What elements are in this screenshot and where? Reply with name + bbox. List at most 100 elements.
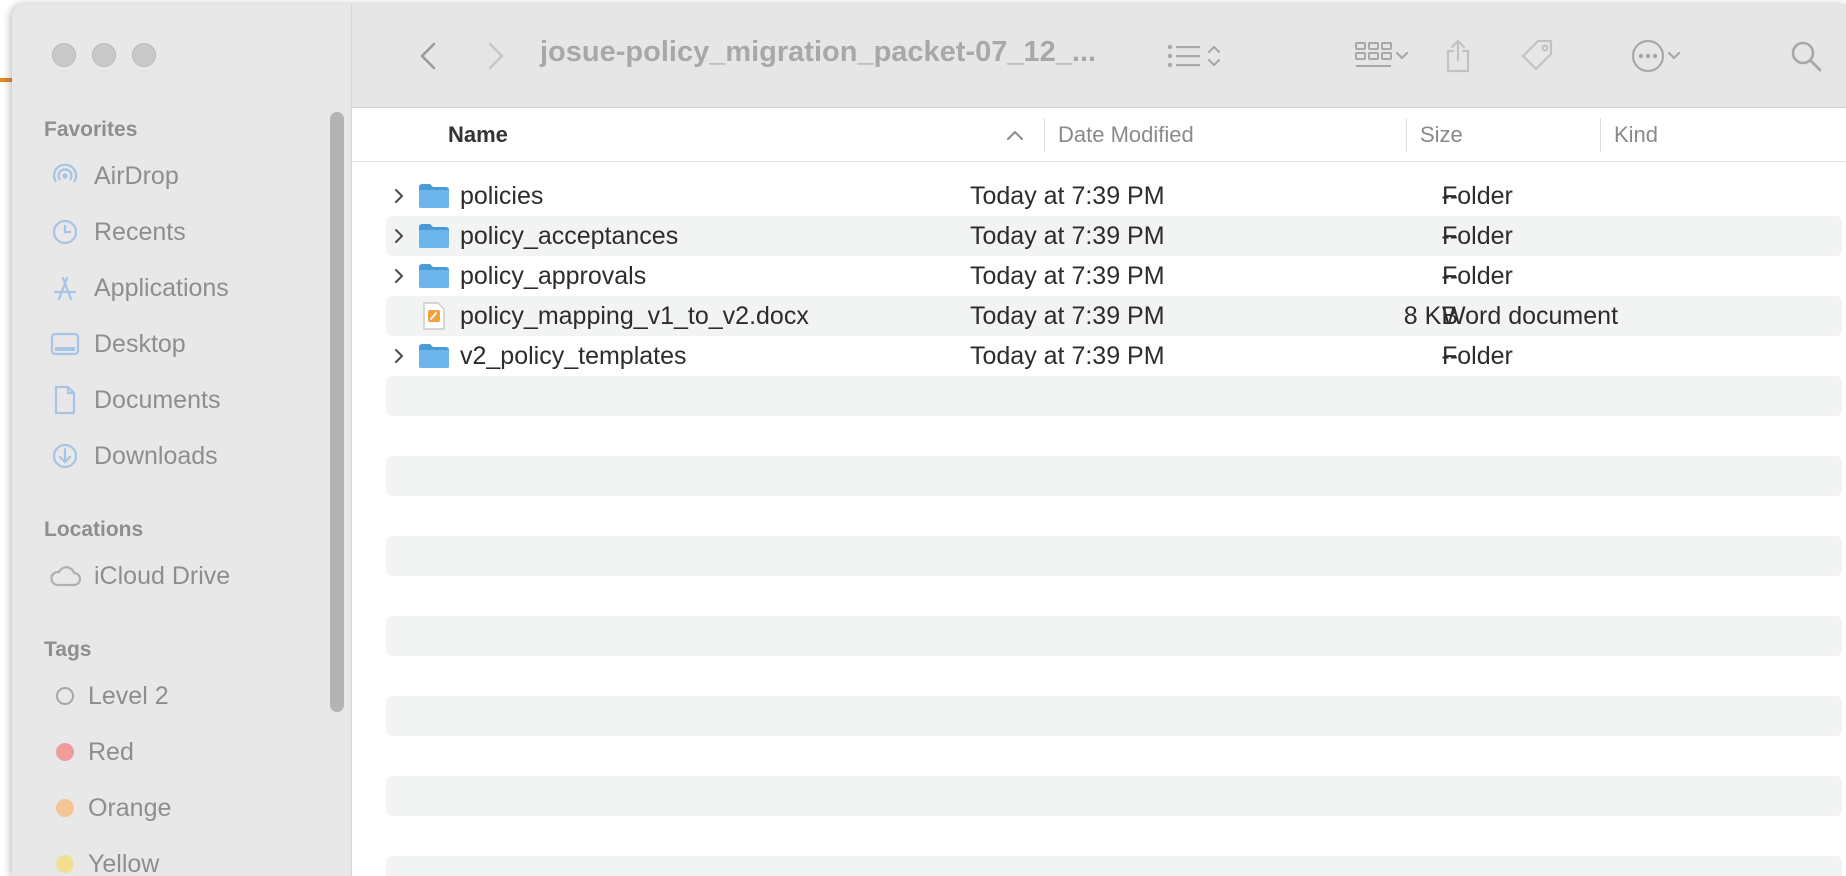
sidebar-item-label: Red bbox=[88, 737, 134, 766]
table-row[interactable]: policy_mapping_v1_to_v2.docx Today at 7:… bbox=[386, 296, 1842, 336]
back-button[interactable] bbox=[406, 34, 450, 78]
empty-row bbox=[386, 536, 1842, 576]
sidebar-tag-orange[interactable]: Orange bbox=[48, 788, 171, 828]
sidebar-item-label: Downloads bbox=[94, 441, 218, 470]
cloud-icon bbox=[48, 559, 82, 593]
sidebar-item-desktop[interactable]: Desktop bbox=[48, 324, 186, 364]
sidebar-item-applications[interactable]: Applications bbox=[48, 268, 229, 308]
toolbar: josue-policy_migration_packet-07_12_... bbox=[352, 4, 1846, 108]
background-accent-bar bbox=[0, 78, 12, 82]
sidebar-item-label: iCloud Drive bbox=[94, 561, 231, 590]
share-button[interactable] bbox=[1438, 34, 1478, 78]
tag-dot-icon bbox=[56, 687, 74, 705]
file-name: policy_acceptances bbox=[460, 221, 679, 250]
sort-ascending-icon[interactable] bbox=[1006, 108, 1024, 162]
grid-icon bbox=[1355, 42, 1392, 67]
empty-row bbox=[386, 856, 1842, 876]
column-size-header[interactable]: Size bbox=[1420, 108, 1463, 162]
tags-heading: Tags bbox=[44, 638, 92, 661]
column-divider[interactable] bbox=[1406, 118, 1407, 152]
file-name: v2_policy_templates bbox=[460, 341, 687, 370]
applications-icon bbox=[48, 271, 82, 305]
sidebar-item-downloads[interactable]: Downloads bbox=[48, 436, 218, 476]
table-row[interactable]: policy_acceptances Today at 7:39 PM -- F… bbox=[386, 216, 1842, 256]
sidebar-item-label: Documents bbox=[94, 385, 221, 414]
file-size: -- bbox=[1441, 181, 1458, 210]
table-row[interactable]: policies Today at 7:39 PM -- Folder bbox=[386, 176, 1842, 216]
tag-dot-icon bbox=[56, 799, 74, 817]
sidebar-item-label: Applications bbox=[94, 273, 229, 302]
sidebar-item-label: Desktop bbox=[94, 329, 186, 358]
window-title: josue-policy_migration_packet-07_12_... bbox=[540, 36, 1097, 68]
chevron-updown-icon bbox=[1207, 45, 1221, 67]
more-actions-button[interactable] bbox=[1618, 34, 1694, 78]
group-button[interactable] bbox=[1344, 34, 1420, 78]
sidebar-item-recents[interactable]: Recents bbox=[48, 212, 186, 252]
column-divider[interactable] bbox=[1044, 118, 1045, 152]
file-name: policies bbox=[460, 181, 544, 210]
disclosure-chevron-icon[interactable] bbox=[386, 256, 412, 296]
file-kind: Folder bbox=[1442, 261, 1513, 290]
tag-dot-icon bbox=[56, 743, 74, 761]
file-kind: Folder bbox=[1442, 341, 1513, 370]
close-button[interactable] bbox=[52, 43, 76, 67]
file-size: -- bbox=[1441, 341, 1458, 370]
chevron-down-icon bbox=[1395, 51, 1409, 60]
document-icon bbox=[48, 383, 82, 417]
minimize-button[interactable] bbox=[92, 43, 116, 67]
disclosure-chevron-icon[interactable] bbox=[386, 216, 412, 256]
view-options-button[interactable] bbox=[1154, 34, 1234, 78]
chevron-right-icon bbox=[488, 42, 504, 70]
share-icon bbox=[1446, 39, 1470, 73]
column-date-header[interactable]: Date Modified bbox=[1058, 108, 1194, 162]
airdrop-icon bbox=[48, 159, 82, 193]
file-date: Today at 7:39 PM bbox=[970, 261, 1165, 290]
ellipsis-circle-icon bbox=[1631, 39, 1665, 73]
search-icon bbox=[1791, 41, 1822, 72]
column-divider[interactable] bbox=[1600, 118, 1601, 152]
file-date: Today at 7:39 PM bbox=[970, 301, 1165, 330]
file-date: Today at 7:39 PM bbox=[970, 181, 1165, 210]
disclosure-chevron-icon[interactable] bbox=[386, 336, 412, 376]
table-row[interactable]: policy_approvals Today at 7:39 PM -- Fol… bbox=[386, 256, 1842, 296]
sidebar-item-label: Orange bbox=[88, 793, 172, 822]
column-kind-header[interactable]: Kind bbox=[1614, 108, 1658, 162]
chevron-down-icon bbox=[1667, 51, 1681, 60]
forward-button[interactable] bbox=[474, 34, 518, 78]
empty-row bbox=[386, 776, 1842, 816]
sidebar-tag-yellow[interactable]: Yellow bbox=[48, 844, 159, 876]
locations-heading: Locations bbox=[44, 518, 144, 541]
window-controls bbox=[52, 43, 156, 67]
file-name: policy_mapping_v1_to_v2.docx bbox=[460, 301, 809, 330]
zoom-button[interactable] bbox=[132, 43, 156, 67]
favorites-heading: Favorites bbox=[44, 118, 138, 141]
clock-icon bbox=[48, 215, 82, 249]
list-view-icon bbox=[1167, 44, 1200, 68]
sidebar-item-documents[interactable]: Documents bbox=[48, 380, 220, 420]
chevron-left-icon bbox=[420, 42, 436, 70]
folder-icon bbox=[418, 176, 450, 216]
folder-icon bbox=[418, 336, 450, 376]
file-size: -- bbox=[1441, 221, 1458, 250]
sidebar: Favorites AirDrop Recents Applications D… bbox=[12, 4, 352, 876]
folder-icon bbox=[418, 216, 450, 256]
sidebar-item-label: Level 2 bbox=[88, 681, 169, 710]
file-list: policies Today at 7:39 PM -- Folder poli… bbox=[352, 162, 1846, 876]
sidebar-item-icloud-drive[interactable]: iCloud Drive bbox=[48, 556, 230, 596]
sidebar-item-label: Yellow bbox=[88, 849, 160, 876]
disclosure-chevron-icon[interactable] bbox=[386, 176, 412, 216]
column-name-header[interactable]: Name bbox=[448, 108, 508, 162]
file-kind: Word document bbox=[1442, 301, 1619, 330]
sidebar-item-airdrop[interactable]: AirDrop bbox=[48, 156, 179, 196]
search-button[interactable] bbox=[1784, 34, 1828, 78]
sidebar-scroll-thumb[interactable] bbox=[330, 112, 344, 712]
tag-button[interactable] bbox=[1516, 34, 1560, 78]
file-kind: Folder bbox=[1442, 181, 1513, 210]
table-row[interactable]: v2_policy_templates Today at 7:39 PM -- … bbox=[386, 336, 1842, 376]
sidebar-scrollbar[interactable] bbox=[330, 112, 344, 712]
sidebar-tag-level-2[interactable]: Level 2 bbox=[48, 676, 169, 716]
file-size: 8 KB bbox=[1403, 301, 1458, 330]
sidebar-tag-red[interactable]: Red bbox=[48, 732, 134, 772]
tag-dot-icon bbox=[56, 855, 74, 873]
folder-icon bbox=[418, 256, 450, 296]
